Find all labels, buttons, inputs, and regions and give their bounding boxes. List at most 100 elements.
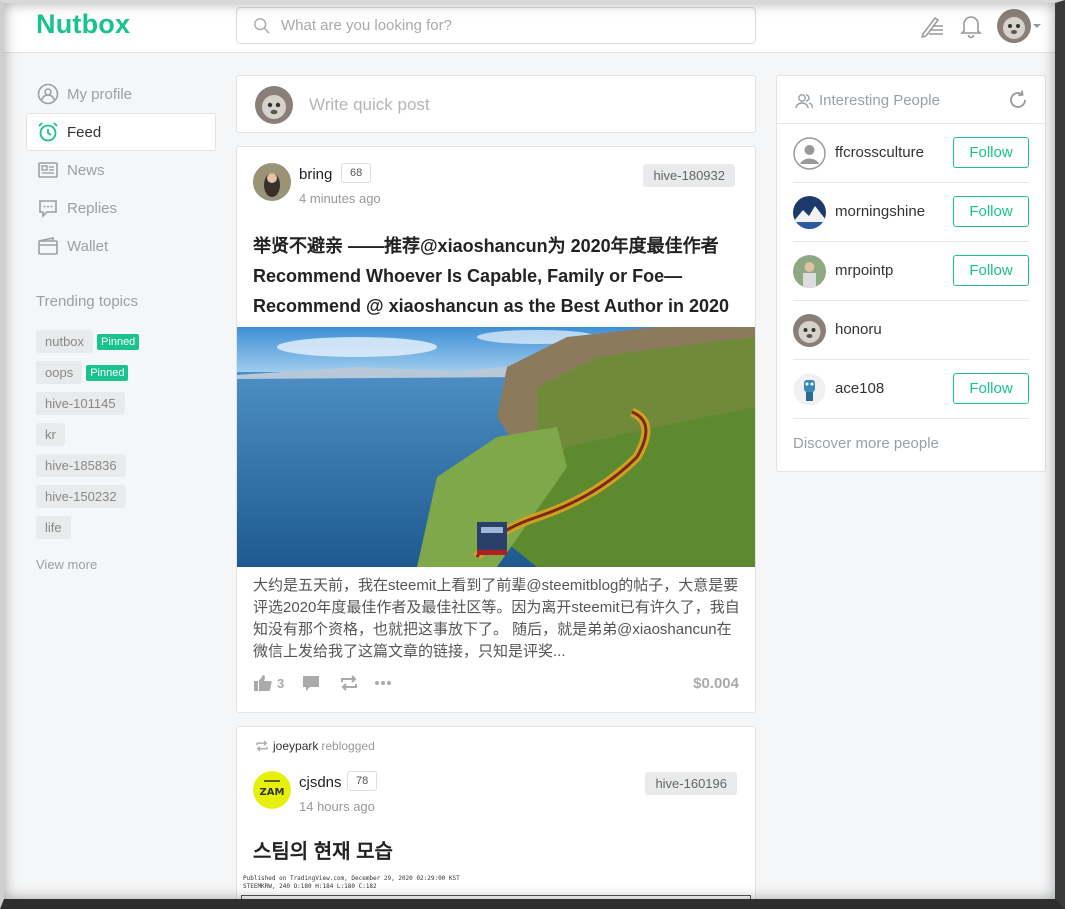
person-item: ffcrossculture Follow [793, 124, 1029, 183]
chart-caption: Published on TradingView.com, December 2… [243, 875, 460, 882]
comment-icon [303, 676, 319, 691]
bell-icon[interactable] [959, 13, 983, 39]
sidebar-item-news[interactable]: News [26, 151, 216, 189]
reblog-info: joeypark reblogged [255, 739, 375, 753]
post-title[interactable]: 스팀의 현재 모습 [253, 835, 393, 864]
sidebar-item-label: Replies [67, 199, 118, 217]
reblog-label: reblogged [321, 739, 375, 753]
post-card: joeypark reblogged ZAM cjsdns 78 14 hour… [236, 726, 756, 899]
person-item: ace108 Follow [793, 360, 1029, 419]
post-author[interactable]: bring [299, 166, 332, 183]
pinned-badge: Pinned [86, 364, 129, 381]
thumbs-up-icon [254, 675, 272, 691]
tag-nutbox[interactable]: nutbox [36, 330, 94, 353]
trending-topics-title: Trending topics [36, 293, 138, 310]
ellipsis-icon [375, 681, 391, 685]
svg-text:ZAM: ZAM [260, 787, 285, 798]
reblog-button[interactable] [339, 673, 359, 693]
sidebar-item-label: News [67, 161, 105, 179]
tag-hive-185836[interactable]: hive-185836 [36, 454, 126, 477]
app-screen: Nutbox What are you looking for? My prof… [4, 3, 1055, 899]
post-image[interactable] [237, 327, 755, 567]
sidebar-item-label: Wallet [67, 237, 109, 255]
follow-button[interactable]: Follow [953, 255, 1029, 286]
sidebar-item-feed[interactable]: Feed [26, 113, 216, 151]
person-name[interactable]: mrpointp [835, 262, 893, 279]
tag-hive-101145[interactable]: hive-101145 [36, 392, 125, 415]
sidebar-item-label: My profile [67, 85, 133, 103]
tag-life[interactable]: life [36, 516, 71, 539]
chevron-down-icon [1033, 24, 1041, 28]
person-name[interactable]: ace108 [835, 380, 884, 397]
sidebar-item-label: Feed [67, 123, 102, 141]
pinned-badge: Pinned [97, 333, 140, 350]
interesting-people-panel: Interesting People ffcrossculture Follow [776, 75, 1046, 472]
avatar [255, 86, 293, 124]
person-name[interactable]: ffcrossculture [835, 144, 924, 161]
post-header: ZAM cjsdns 78 14 hours ago hive-160196 [237, 755, 755, 825]
like-button[interactable]: 3 [253, 673, 284, 693]
follow-button[interactable]: Follow [953, 137, 1029, 168]
avatar[interactable] [793, 196, 826, 229]
sidebar-item-my-profile[interactable]: My profile [26, 75, 216, 113]
user-circle-icon [37, 83, 59, 105]
community-tag[interactable]: hive-160196 [645, 772, 737, 795]
avatar[interactable] [793, 137, 826, 170]
people-header: Interesting People [777, 76, 1045, 124]
sidebar-item-replies[interactable]: Replies [26, 189, 216, 227]
post-author[interactable]: cjsdns [299, 774, 342, 791]
quick-post-placeholder: Write quick post [309, 95, 430, 114]
person-item: honoru [793, 301, 1029, 360]
reblogger-name[interactable]: joeypark [273, 739, 318, 753]
trending-tags: nutbox Pinned oops Pinned hive-101145 kr h… [36, 330, 216, 539]
post-card: bring 68 4 minutes ago hive-180932 举贤不避亲… [236, 146, 756, 713]
reputation-badge: 68 [341, 163, 372, 183]
view-more-link[interactable]: View more [36, 557, 216, 572]
avatar[interactable] [793, 373, 826, 406]
discover-more-link[interactable]: Discover more people [793, 435, 1045, 452]
alarm-clock-icon [38, 122, 58, 142]
more-button[interactable] [373, 673, 393, 693]
compose-icon[interactable] [919, 13, 945, 39]
avatar[interactable] [793, 314, 826, 347]
newspaper-icon [38, 162, 58, 178]
post-excerpt: 大约是五天前，我在steemit上看到了前辈@steemitblog的帖子，大意… [253, 577, 740, 660]
avatar[interactable] [793, 255, 826, 288]
account-menu[interactable] [997, 9, 1043, 43]
follow-button[interactable]: Follow [953, 373, 1029, 404]
person-name[interactable]: morningshine [835, 203, 925, 220]
comment-button[interactable] [301, 673, 321, 693]
refresh-icon[interactable] [1007, 89, 1029, 111]
repeat-icon [341, 675, 357, 691]
chart-frame [241, 895, 751, 899]
sidebar: My profile Feed News Replies Wallet Tren… [26, 75, 216, 572]
post-title[interactable]: 举贤不避亲 ——推荐@xiaoshancun为 2020年度最佳作者 Recom… [237, 217, 755, 327]
post-payout: $0.004 [693, 675, 739, 692]
tag-hive-150232[interactable]: hive-150232 [36, 485, 126, 508]
chart-caption: STEEMKRW, 240 O:180 H:184 L:180 C:182 [243, 883, 377, 890]
avatar[interactable] [253, 163, 291, 201]
avatar[interactable]: ZAM [253, 771, 291, 809]
person-name[interactable]: honoru [835, 321, 882, 338]
nutbox-logo[interactable]: Nutbox [36, 9, 130, 40]
top-bar: Nutbox What are you looking for? [4, 3, 1055, 53]
chat-bubble-icon [39, 200, 57, 218]
search-placeholder: What are you looking for? [281, 17, 452, 34]
person-item: morningshine Follow [793, 183, 1029, 242]
reputation-badge: 78 [347, 771, 378, 791]
top-icons [919, 9, 1043, 43]
like-count: 3 [277, 675, 285, 691]
post-image[interactable]: Published on TradingView.com, December 2… [237, 875, 755, 899]
users-icon [795, 94, 813, 109]
follow-button[interactable]: Follow [953, 196, 1029, 227]
tag-oops[interactable]: oops [36, 361, 83, 384]
person-item: mrpointp Follow [793, 242, 1029, 301]
post-time: 4 minutes ago [299, 191, 381, 206]
community-tag[interactable]: hive-180932 [643, 164, 735, 187]
quick-post-box[interactable]: Write quick post [236, 75, 756, 133]
sidebar-item-wallet[interactable]: Wallet [26, 227, 216, 265]
tag-kr[interactable]: kr [36, 423, 65, 446]
search-input[interactable]: What are you looking for? [236, 7, 756, 44]
avatar [997, 9, 1031, 43]
post-header: bring 68 4 minutes ago hive-180932 [237, 147, 755, 217]
